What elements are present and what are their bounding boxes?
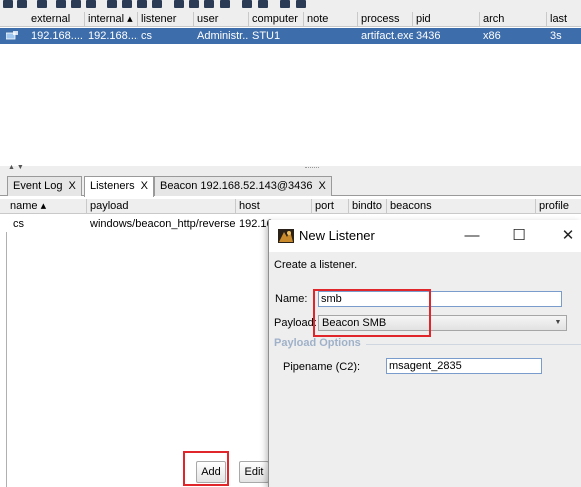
sessions-icon[interactable] [71, 0, 81, 8]
col-header-pid[interactable]: pid [413, 12, 480, 27]
beacon-row[interactable]: 192.168.... 192.168.... cs Administr... … [0, 28, 581, 44]
headphones-icon[interactable] [37, 0, 47, 8]
screenshots-icon[interactable] [152, 0, 162, 8]
add-button-highlight [183, 451, 229, 486]
col-header-external[interactable]: external [28, 12, 85, 27]
col-header-name[interactable]: name ▴ [7, 199, 87, 214]
listener-payload: windows/beacon_http/reverse... [90, 218, 236, 230]
tab-label: Event Log [13, 180, 63, 192]
settings-icon[interactable] [174, 0, 184, 8]
tab-close-icon[interactable]: X [69, 180, 76, 192]
col-header-bindto[interactable]: bindto [349, 199, 387, 214]
col-header-note[interactable]: note [304, 12, 358, 27]
notes-icon[interactable] [204, 0, 214, 8]
pivot-graph-icon[interactable] [86, 0, 96, 8]
dialog-titlebar[interactable]: New Listener — ☐ ✕ [269, 220, 581, 252]
cloud-icon[interactable] [258, 0, 268, 8]
col-header-internal[interactable]: internal ▴ [85, 12, 138, 27]
col-header-process[interactable]: process [358, 12, 413, 27]
panel-left-border [6, 232, 7, 487]
listeners-icon[interactable] [56, 0, 66, 8]
col-header-payload[interactable]: payload [87, 199, 236, 214]
new-listener-dialog: New Listener — ☐ ✕ Create a listener. Na… [268, 220, 581, 487]
beacon-arch: x86 [483, 30, 501, 42]
name-payload-highlight [313, 289, 431, 337]
col-header-computer[interactable]: computer [249, 12, 304, 27]
chevron-down-icon[interactable]: ▼ [553, 318, 563, 328]
tab-close-icon[interactable]: X [141, 180, 148, 192]
dialog-title: New Listener [299, 228, 375, 243]
keystrokes-icon[interactable] [137, 0, 147, 8]
col-header-listener[interactable]: listener [138, 12, 194, 27]
script-icon[interactable] [220, 0, 230, 8]
log-icon[interactable] [280, 0, 290, 8]
col-header-host[interactable]: host [236, 199, 312, 214]
beacon-external: 192.168.... [31, 30, 83, 42]
col-header-profile[interactable]: profile [536, 199, 581, 214]
beacon-pid: 3436 [416, 30, 441, 42]
splitter-arrows-icon[interactable]: ▲▼ [8, 164, 26, 171]
beacon-last: 3s [550, 30, 562, 42]
download-icon[interactable] [122, 0, 132, 8]
beacon-note [304, 28, 358, 44]
beacon-user: Administr... [197, 30, 249, 42]
beacon-table-header: external internal ▴ listener user comput… [0, 12, 581, 27]
tab-listeners[interactable]: Listeners X [84, 176, 154, 197]
listener-name: cs [13, 218, 24, 230]
cube-icon[interactable] [296, 0, 306, 8]
edit-button[interactable]: Edit [239, 461, 269, 483]
targets-icon[interactable] [107, 0, 117, 8]
col-header-user[interactable]: user [194, 12, 249, 27]
tab-event-log[interactable]: Event Log X [7, 176, 82, 196]
payload-label: Payload: [274, 317, 317, 329]
pipename-field[interactable] [386, 358, 542, 374]
name-label: Name: [275, 293, 308, 305]
col-header-port[interactable]: port [312, 199, 349, 214]
splitter-grip-icon[interactable] [305, 167, 319, 169]
pane-splitter[interactable] [0, 166, 581, 174]
tab-close-icon[interactable]: X [318, 180, 325, 192]
connect-icon[interactable] [3, 0, 13, 8]
tab-label: Listeners [90, 180, 135, 192]
link-icon[interactable] [242, 0, 252, 8]
main-toolbar [0, 0, 581, 12]
maximize-icon[interactable]: ☐ [504, 225, 534, 247]
tab-label: Beacon 192.168.52.143@3436 [160, 180, 313, 192]
pipename-label: Pipename (C2): [283, 361, 361, 373]
windows-beacon-icon [6, 31, 18, 40]
tab-beacon[interactable]: Beacon 192.168.52.143@3436 X [154, 176, 332, 196]
beacon-computer: STU1 [252, 30, 281, 42]
minimize-icon[interactable]: — [457, 225, 487, 247]
dialog-body: Create a listener. Name: Payload: Beacon… [269, 252, 581, 487]
payload-options-divider [366, 344, 581, 345]
beacon-listener: cs [141, 30, 152, 42]
col-header-beacons[interactable]: beacons [387, 199, 536, 214]
dialog-description: Create a listener. [274, 259, 358, 271]
tab-bar: Event Log X Listeners X Beacon 192.168.52.… [0, 174, 581, 197]
payload-options-title: Payload Options [274, 337, 361, 349]
col-header-last[interactable]: last [547, 12, 581, 27]
beacon-internal: 192.168.... [88, 30, 138, 42]
beacon-process: artifact.exe [361, 30, 413, 42]
coffee-icon[interactable] [189, 0, 199, 8]
disconnect-icon[interactable] [17, 0, 27, 8]
col-header-arch[interactable]: arch [480, 12, 547, 27]
cobalt-strike-icon [278, 229, 294, 243]
close-icon[interactable]: ✕ [553, 225, 581, 247]
listeners-table-header: name ▴ payload host port bindto beacons … [0, 199, 581, 214]
